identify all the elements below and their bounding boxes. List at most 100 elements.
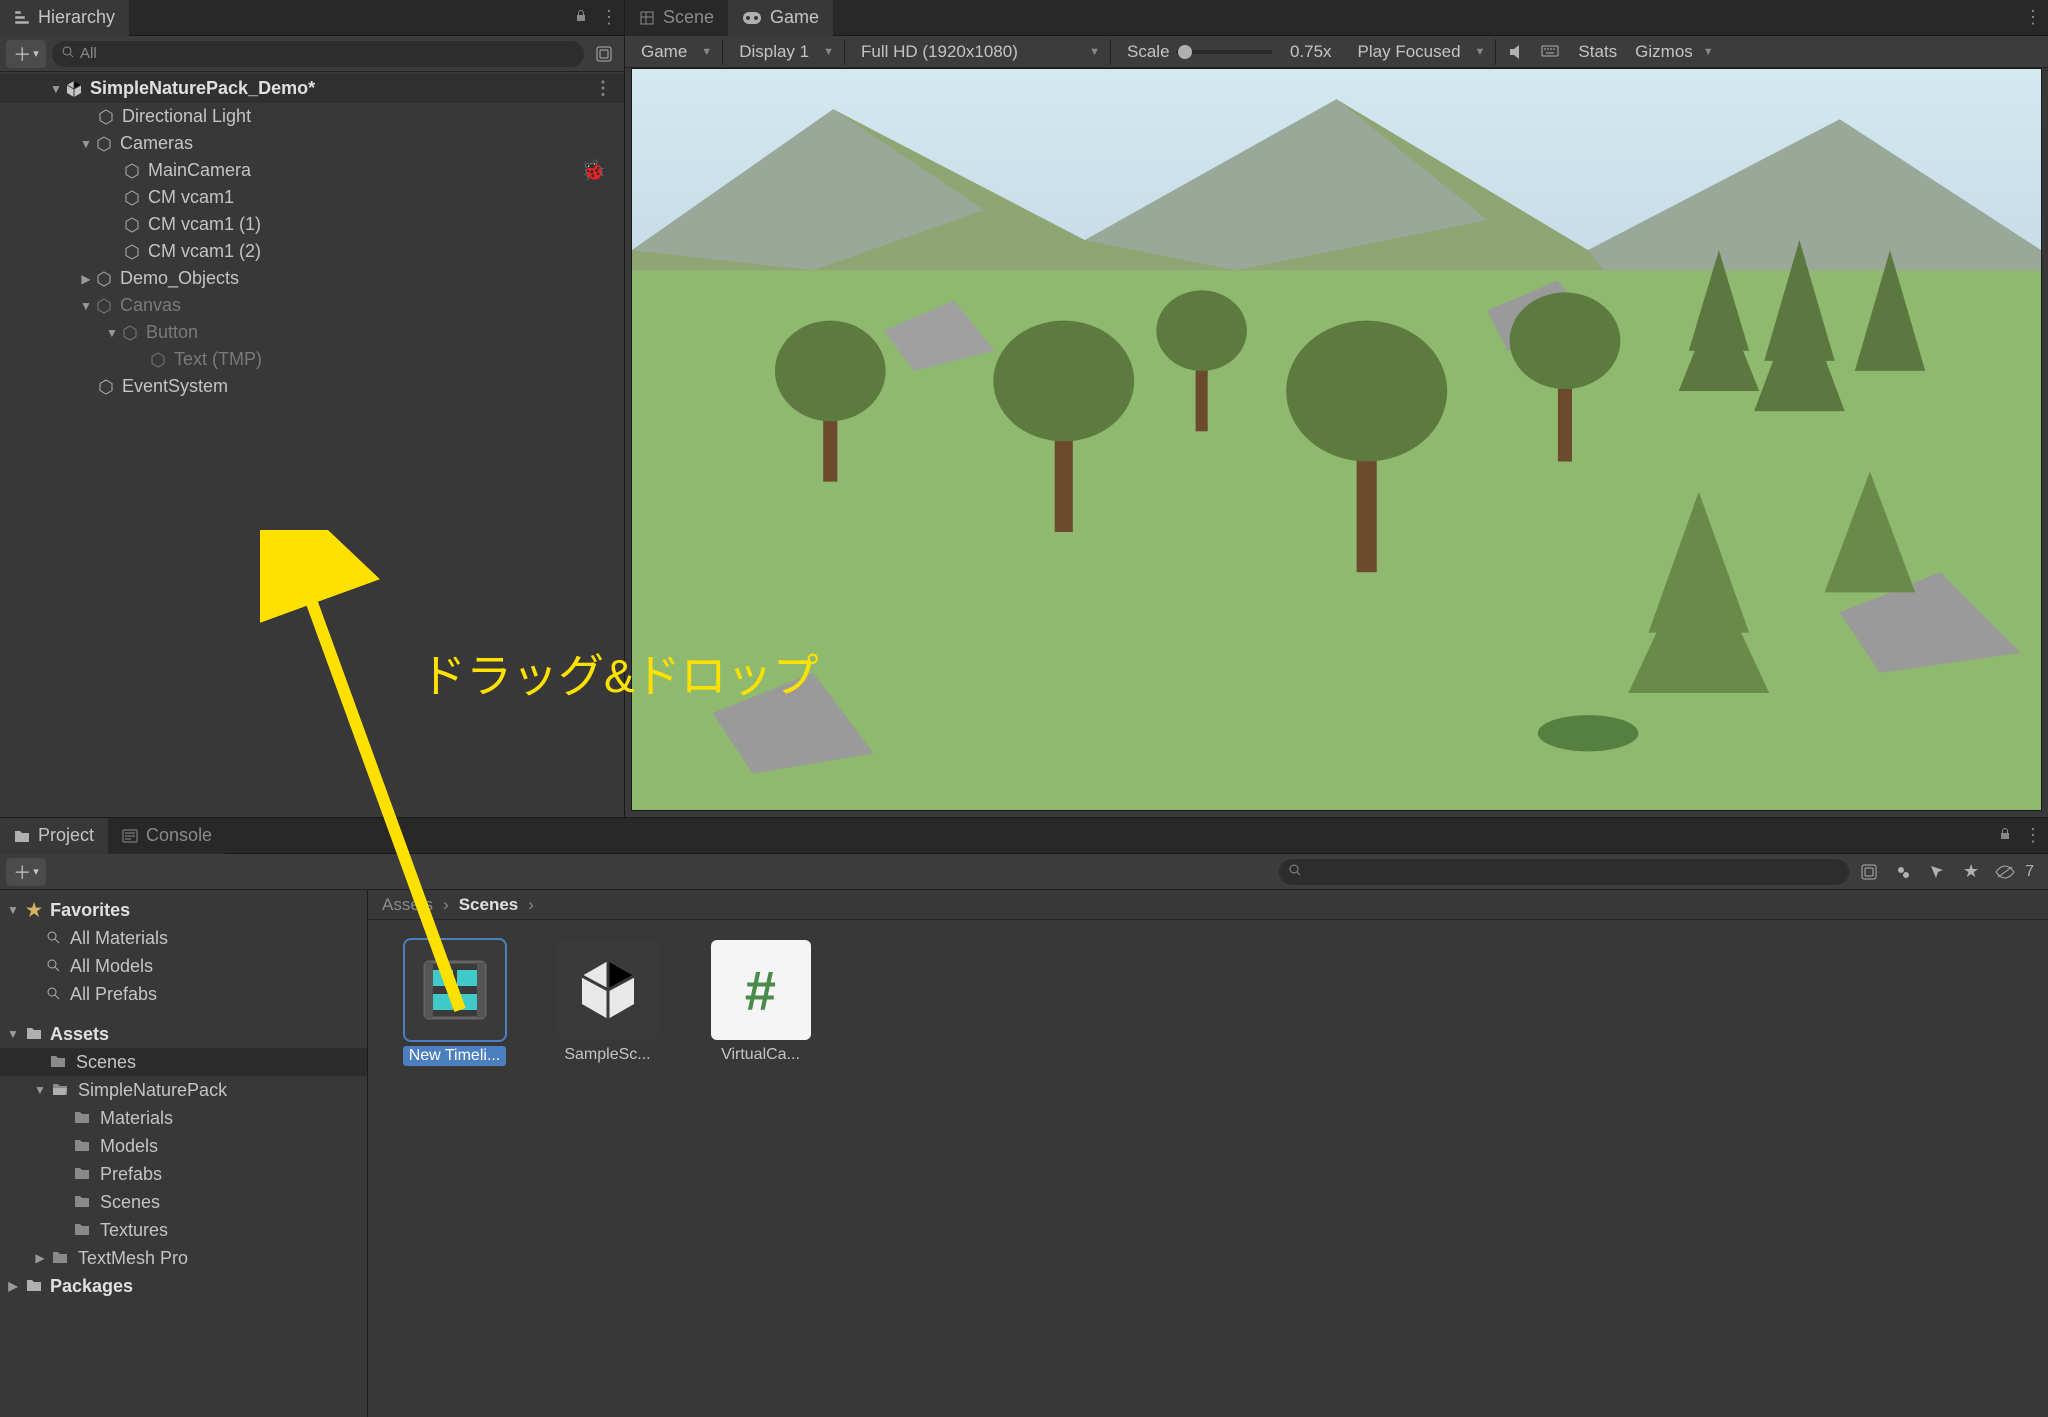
game-panel: Scene Game ⋮ Game ▼ Display 1	[625, 0, 2048, 817]
folder-textmesh-pro[interactable]: ▶ TextMesh Pro	[0, 1244, 367, 1272]
favorite-all-materials[interactable]: All Materials	[0, 924, 367, 952]
panel-menu-icon[interactable]: ⋮	[594, 7, 624, 28]
search-icon	[46, 928, 60, 949]
hierarchy-item-cmvcam1[interactable]: CM vcam1	[0, 184, 624, 211]
expand-arrow-icon[interactable]: ▼	[4, 903, 22, 917]
folder-textures[interactable]: Textures	[0, 1216, 367, 1244]
csharp-script-icon: #	[711, 940, 811, 1040]
hierarchy-item-maincamera[interactable]: MainCamera 🐞	[0, 157, 624, 184]
hierarchy-item-text-tmp[interactable]: Text (TMP)	[0, 346, 624, 373]
favorite-icon[interactable]: ★	[1957, 859, 1985, 885]
folder-materials[interactable]: Materials	[0, 1104, 367, 1132]
project-search[interactable]	[1279, 859, 1849, 885]
gameobject-icon	[96, 107, 116, 127]
item-label: Directional Light	[122, 106, 251, 127]
scale-label: Scale	[1127, 42, 1170, 62]
slider-thumb[interactable]	[1178, 45, 1192, 59]
assets-header[interactable]: ▼ Assets	[0, 1020, 367, 1048]
panel-menu-icon[interactable]: ⋮	[2018, 825, 2048, 846]
mute-audio-icon[interactable]	[1502, 39, 1530, 65]
create-button[interactable]: ＋▾	[6, 40, 46, 68]
timeline-asset-icon	[405, 940, 505, 1040]
breadcrumb-root[interactable]: Assets	[382, 895, 433, 915]
gizmos-button[interactable]: Gizmos	[1631, 42, 1697, 62]
folder-models[interactable]: Models	[0, 1132, 367, 1160]
packages-header[interactable]: ▶ Packages	[0, 1272, 367, 1300]
favorite-all-prefabs[interactable]: All Prefabs	[0, 980, 367, 1008]
hierarchy-tab[interactable]: Hierarchy	[0, 0, 129, 36]
lock-icon[interactable]	[568, 7, 594, 28]
project-tab[interactable]: Project	[0, 818, 108, 854]
game-tab[interactable]: Game	[728, 0, 833, 36]
packages-label: Packages	[50, 1276, 133, 1297]
display-dropdown[interactable]: Display 1 ▼	[729, 39, 845, 65]
folder-icon	[74, 1192, 90, 1213]
hidden-items-icon[interactable]	[1991, 859, 2019, 885]
resolution-dropdown[interactable]: Full HD (1920x1080) ▼	[851, 39, 1111, 65]
hierarchy-item-canvas[interactable]: ▼ Canvas	[0, 292, 624, 319]
playmode-dropdown[interactable]: Play Focused ▼	[1348, 39, 1497, 65]
scene-row[interactable]: ▼ SimpleNaturePack_Demo* ⋮	[0, 74, 624, 103]
item-label: Materials	[100, 1108, 173, 1129]
hierarchy-panel: Hierarchy ⋮ ＋▾ All	[0, 0, 625, 817]
scene-tab[interactable]: Scene	[625, 0, 728, 36]
expand-arrow-icon[interactable]: ▶	[4, 1279, 22, 1293]
chevron-down-icon: ▼	[1475, 46, 1486, 58]
asset-samplescene[interactable]: SampleSc...	[551, 940, 664, 1397]
scene-menu-icon[interactable]: ⋮	[594, 78, 624, 99]
console-tab[interactable]: Console	[108, 818, 226, 854]
item-label: Scenes	[100, 1192, 160, 1213]
asset-new-timeline[interactable]: New Timeli...	[398, 940, 511, 1397]
asset-label: VirtualCa...	[721, 1046, 800, 1064]
create-asset-button[interactable]: ＋▾	[6, 858, 46, 886]
stats-button[interactable]: Stats	[1570, 42, 1625, 62]
expand-arrow-icon[interactable]: ▼	[48, 82, 64, 96]
dropdown-label: Display 1	[739, 42, 809, 62]
asset-virtualca[interactable]: # VirtualCa...	[704, 940, 817, 1397]
hierarchy-item-directional-light[interactable]: Directional Light	[0, 103, 624, 130]
folder-icon	[74, 1220, 90, 1241]
expand-arrow-icon[interactable]: ▼	[78, 299, 94, 313]
panel-menu-icon[interactable]: ⋮	[2018, 7, 2048, 28]
hierarchy-item-demo-objects[interactable]: ▶ Demo_Objects	[0, 265, 624, 292]
lock-icon[interactable]	[1992, 825, 2018, 846]
hierarchy-item-cmvcam1-1[interactable]: CM vcam1 (1)	[0, 211, 624, 238]
item-label: Text (TMP)	[174, 349, 262, 370]
folder-scenes-2[interactable]: Scenes	[0, 1188, 367, 1216]
expand-arrow-icon[interactable]: ▼	[4, 1027, 22, 1041]
expand-arrow-icon[interactable]: ▶	[32, 1251, 48, 1265]
item-label: MainCamera	[148, 160, 251, 181]
hierarchy-item-eventsystem[interactable]: EventSystem	[0, 373, 624, 400]
scene-picker-icon[interactable]	[590, 41, 618, 67]
save-search-icon[interactable]	[1923, 859, 1951, 885]
hierarchy-search[interactable]: All	[52, 41, 584, 67]
expand-arrow-icon[interactable]: ▼	[32, 1083, 48, 1097]
assets-label: Assets	[50, 1024, 109, 1045]
hierarchy-item-button[interactable]: ▼ Button	[0, 319, 624, 346]
expand-arrow-icon[interactable]: ▼	[78, 137, 94, 151]
breadcrumb-current[interactable]: Scenes	[459, 895, 519, 915]
plus-icon: ＋	[13, 859, 31, 885]
game-view[interactable]	[631, 68, 2042, 811]
expand-arrow-icon[interactable]: ▼	[104, 326, 120, 340]
scene-tab-label: Scene	[663, 7, 714, 28]
gameobject-icon	[94, 134, 114, 154]
search-by-type-icon[interactable]	[1855, 859, 1883, 885]
input-debugger-icon[interactable]	[1536, 39, 1564, 65]
hierarchy-tab-bar: Hierarchy ⋮	[0, 0, 624, 36]
chevron-down-icon[interactable]: ▼	[1703, 46, 1714, 58]
search-by-label-icon[interactable]	[1889, 859, 1917, 885]
folder-icon	[26, 1276, 42, 1297]
expand-arrow-icon[interactable]: ▶	[78, 272, 94, 286]
unity-scene-asset-icon	[558, 940, 658, 1040]
hierarchy-item-cameras[interactable]: ▼ Cameras	[0, 130, 624, 157]
folder-prefabs[interactable]: Prefabs	[0, 1160, 367, 1188]
folder-simplenaturepack[interactable]: ▼ SimpleNaturePack	[0, 1076, 367, 1104]
hierarchy-item-cmvcam1-2[interactable]: CM vcam1 (2)	[0, 238, 624, 265]
game-mode-dropdown[interactable]: Game ▼	[631, 39, 723, 65]
scale-slider[interactable]	[1176, 50, 1272, 54]
gameobject-icon	[122, 215, 142, 235]
favorite-all-models[interactable]: All Models	[0, 952, 367, 980]
folder-scenes[interactable]: Scenes	[0, 1048, 367, 1076]
favorites-header[interactable]: ▼ ★ Favorites	[0, 896, 367, 924]
